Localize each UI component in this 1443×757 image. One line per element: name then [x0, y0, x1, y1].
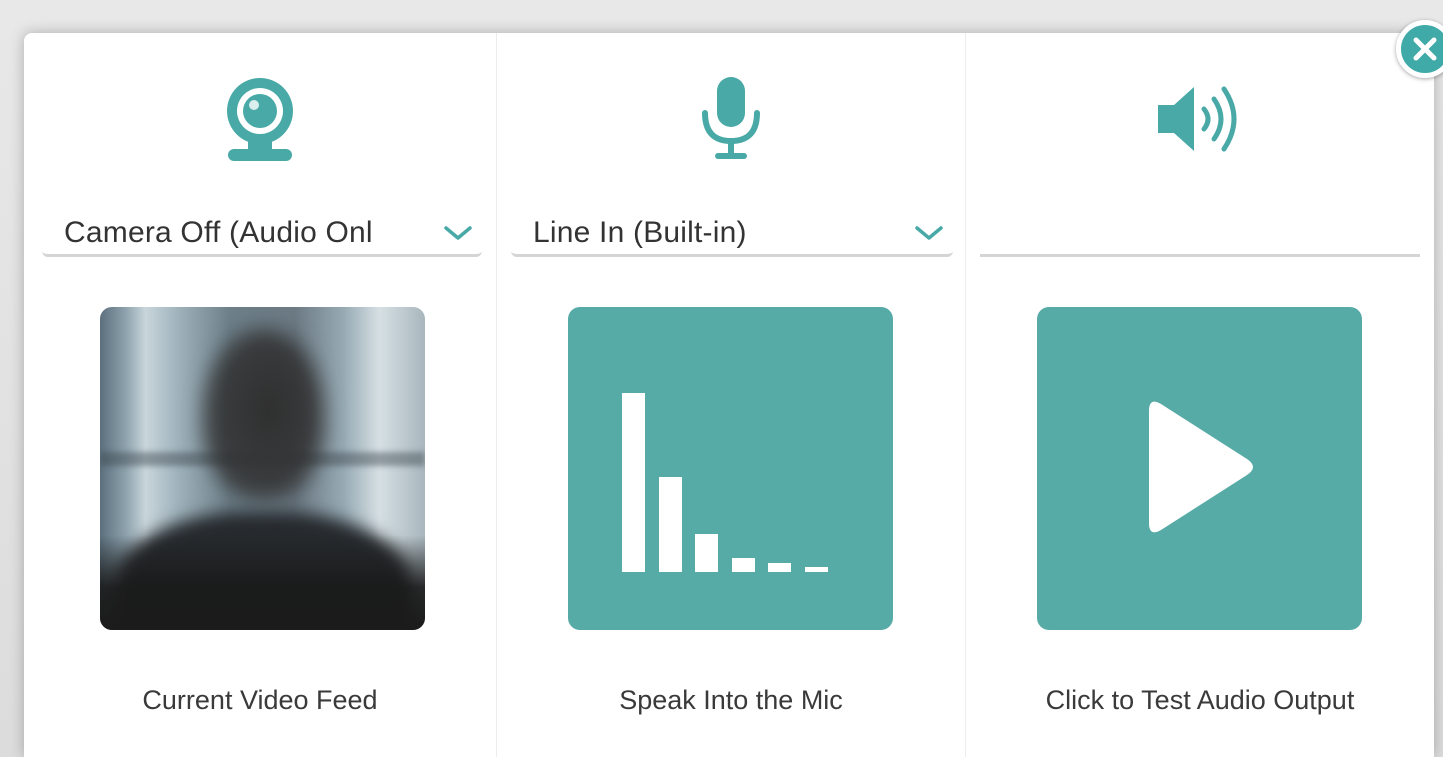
microphone-select-value: Line In (Built-in) [533, 215, 747, 249]
camera-select[interactable]: Camera Off (Audio Onl [42, 211, 482, 257]
microphone-column: Line In (Built-in) Speak Into the Mic [497, 33, 966, 757]
chevron-down-icon [444, 225, 472, 240]
speaker-caption: Click to Test Audio Output [1045, 685, 1355, 715]
camera-caption: Current Video Feed [142, 685, 378, 715]
speaker-select[interactable] [980, 211, 1420, 257]
video-person-head [204, 329, 324, 499]
camera-column: Camera Off (Audio Onl Current Video Feed [24, 33, 497, 757]
speaker-icon-container [966, 75, 1434, 163]
audio-level-bars-icon [622, 393, 828, 572]
close-icon [1413, 37, 1437, 61]
chevron-down-icon [915, 225, 943, 240]
microphone-level-meter [568, 307, 893, 630]
play-icon [1149, 401, 1253, 533]
microphone-caption: Speak Into the Mic [619, 685, 843, 715]
speaker-volume-icon [1158, 86, 1237, 152]
video-bottom-shadow [100, 535, 425, 630]
webcam-icon [227, 78, 293, 161]
speaker-column: Click to Test Audio Output [966, 33, 1434, 757]
device-setup-dialog: Camera Off (Audio Onl Current Video Feed [24, 33, 1434, 757]
camera-select-value: Camera Off (Audio Onl [64, 215, 373, 249]
microphone-icon [702, 77, 760, 159]
test-audio-button[interactable] [1037, 307, 1362, 630]
camera-icon-container [24, 75, 496, 163]
video-preview [100, 307, 425, 630]
device-settings-screen: Camera Off (Audio Onl Current Video Feed [0, 0, 1443, 757]
microphone-icon-container [497, 75, 965, 163]
microphone-select[interactable]: Line In (Built-in) [511, 211, 953, 257]
